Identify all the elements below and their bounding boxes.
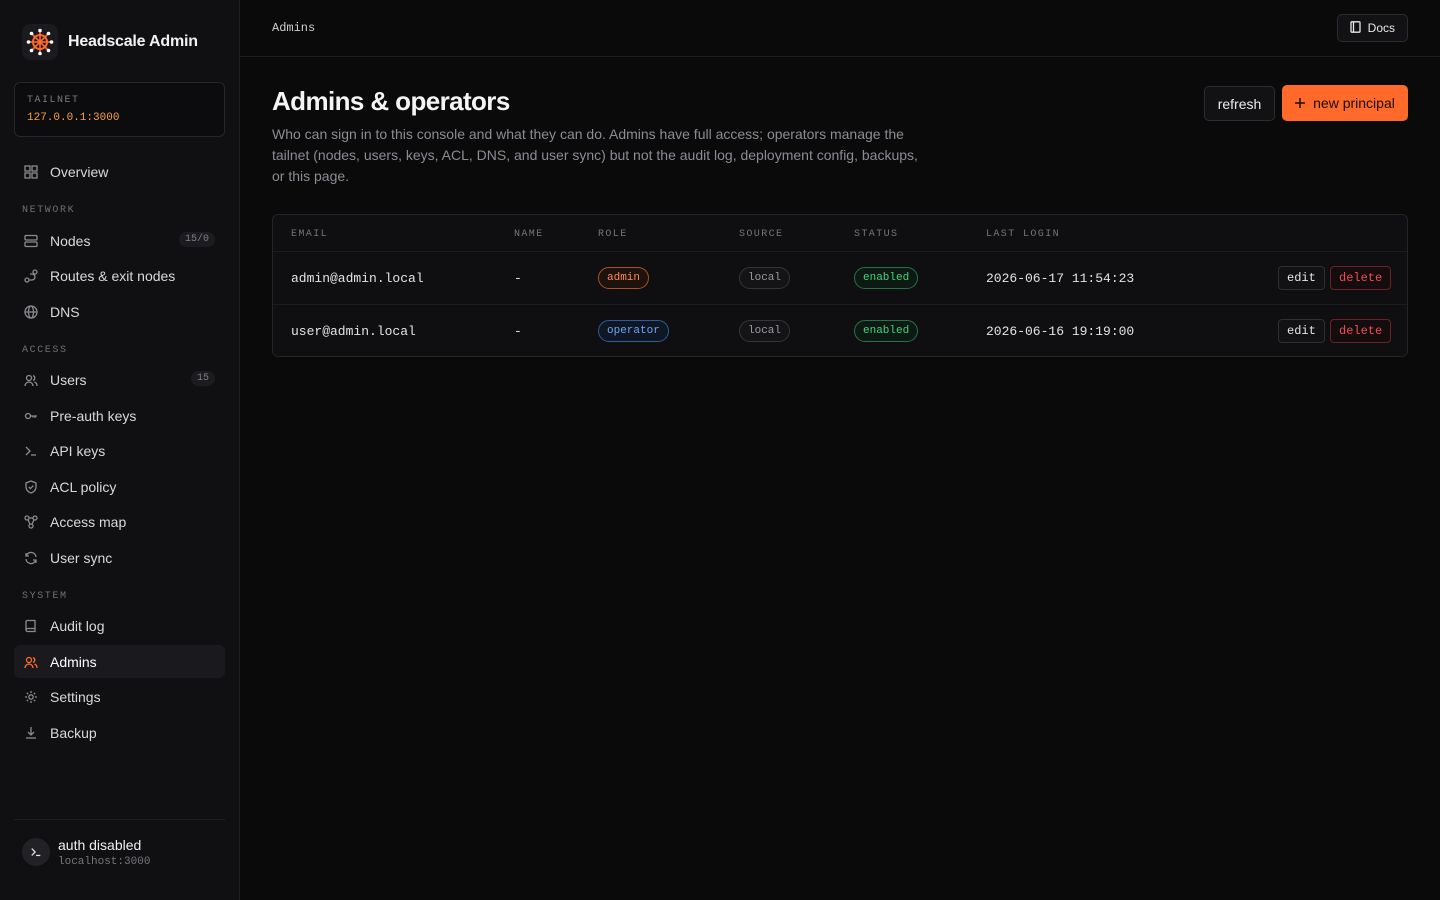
nav-backup-label: Backup: [50, 724, 97, 741]
globe-icon: [24, 304, 38, 319]
nav-acl-policy[interactable]: ACL policy: [14, 470, 225, 503]
sidebar-divider: [14, 819, 225, 820]
nav-routes-label: Routes & exit nodes: [50, 267, 176, 284]
section-system: SYSTEM: [22, 591, 68, 602]
status-badge: enabled: [854, 267, 919, 289]
nav-admins-label: Admins: [50, 653, 97, 670]
new-principal-label: new principal: [1313, 95, 1395, 111]
nav-settings[interactable]: Settings: [14, 680, 225, 713]
grid-icon: [24, 164, 38, 179]
header-role: ROLE: [598, 229, 628, 240]
table-divider: [273, 304, 1407, 305]
sidebar: Headscale Admin TAILNET 127.0.0.1:3000 O…: [0, 0, 240, 900]
nav-preauth-keys[interactable]: Pre-auth keys: [14, 399, 225, 432]
header-email: EMAIL: [291, 229, 329, 240]
topbar: Admins Docs: [240, 0, 1440, 57]
docs-label: Docs: [1367, 21, 1395, 35]
shield-icon: [24, 479, 38, 494]
nav-nodes[interactable]: Nodes 15/0: [14, 224, 225, 257]
nav-api-keys[interactable]: API keys: [14, 434, 225, 467]
section-access: ACCESS: [22, 345, 68, 356]
cell-last-login: 2026-06-16 19:19:00: [986, 324, 1135, 339]
app-name: Headscale Admin: [68, 33, 198, 50]
nav-dns[interactable]: DNS: [14, 295, 225, 328]
download-icon: [24, 726, 38, 740]
header-status: STATUS: [854, 229, 899, 240]
nodes-count-badge: 15/0: [178, 232, 215, 247]
source-badge: local: [739, 267, 791, 289]
header-last-login: LAST LOGIN: [986, 229, 1061, 240]
nav-backup[interactable]: Backup: [14, 716, 225, 749]
users-icon: [24, 655, 38, 669]
auth-host: localhost:3000: [58, 856, 151, 868]
role-badge: admin: [598, 267, 650, 289]
cell-last-login: 2026-06-17 11:54:23: [986, 271, 1135, 286]
route-icon: [24, 268, 38, 283]
table-divider: [273, 251, 1407, 252]
status-badge: enabled: [854, 320, 919, 342]
key-icon: [24, 409, 38, 423]
server-icon: [24, 234, 38, 248]
terminal-avatar-icon: [22, 838, 50, 866]
edit-button[interactable]: edit: [1278, 266, 1325, 290]
refresh-button[interactable]: refresh: [1204, 86, 1275, 121]
source-badge: local: [739, 320, 791, 342]
nav-user-sync[interactable]: User sync: [14, 541, 225, 574]
header-name: NAME: [514, 229, 544, 240]
edit-button[interactable]: edit: [1278, 319, 1325, 343]
cell-email: user@admin.local: [291, 324, 416, 339]
delete-button[interactable]: delete: [1330, 319, 1392, 343]
cell-name: -: [514, 324, 522, 339]
tailnet-card: TAILNET 127.0.0.1:3000: [14, 82, 225, 137]
nav-settings-label: Settings: [50, 688, 101, 705]
tailnet-label: TAILNET: [27, 95, 80, 106]
header-source: SOURCE: [739, 229, 784, 240]
nav-acl-label: ACL policy: [50, 478, 117, 495]
nav-routes[interactable]: Routes & exit nodes: [14, 259, 225, 292]
nav-overview-label: Overview: [50, 163, 109, 180]
helm-logo-icon: [22, 24, 58, 60]
delete-button[interactable]: delete: [1330, 266, 1392, 290]
nav-audit-log[interactable]: Audit log: [14, 609, 225, 642]
new-principal-button[interactable]: new principal: [1282, 85, 1408, 121]
users-icon: [24, 373, 38, 387]
nav-users[interactable]: Users 15: [14, 363, 225, 396]
nav-overview[interactable]: Overview: [14, 155, 225, 188]
nav-nodes-label: Nodes: [50, 232, 91, 249]
nav-accessmap-label: Access map: [50, 513, 127, 530]
brand[interactable]: Headscale Admin: [22, 24, 198, 60]
nav-dns-label: DNS: [50, 303, 80, 320]
cell-email: admin@admin.local: [291, 271, 424, 286]
nav-admins[interactable]: Admins: [14, 645, 225, 678]
page-description: Who can sign in to this console and what…: [272, 126, 918, 184]
book-icon: [1350, 20, 1361, 36]
page-title: Admins & operators: [272, 86, 510, 116]
book-icon: [24, 619, 38, 633]
network-icon: [24, 514, 38, 529]
users-count-badge: 15: [190, 371, 215, 386]
refresh-icon: [24, 551, 38, 565]
nav-usersync-label: User sync: [50, 549, 113, 566]
nav-preauth-label: Pre-auth keys: [50, 407, 137, 424]
breadcrumb: Admins: [272, 21, 316, 35]
auth-status: auth disabled: [58, 837, 142, 853]
gear-icon: [24, 690, 38, 704]
nav-audit-label: Audit log: [50, 617, 105, 634]
tailnet-value: 127.0.0.1:3000: [27, 112, 120, 124]
nav-users-label: Users: [50, 371, 87, 388]
docs-button[interactable]: Docs: [1336, 14, 1408, 42]
cell-name: -: [514, 271, 522, 286]
terminal-icon: [24, 444, 38, 458]
admins-table: EMAIL NAME ROLE SOURCE STATUS LAST LOGIN…: [272, 214, 1408, 357]
section-network: NETWORK: [22, 205, 76, 216]
nav-apikeys-label: API keys: [50, 442, 106, 459]
plus-icon: [1295, 95, 1306, 111]
nav-access-map[interactable]: Access map: [14, 505, 225, 538]
role-badge: operator: [598, 320, 669, 342]
